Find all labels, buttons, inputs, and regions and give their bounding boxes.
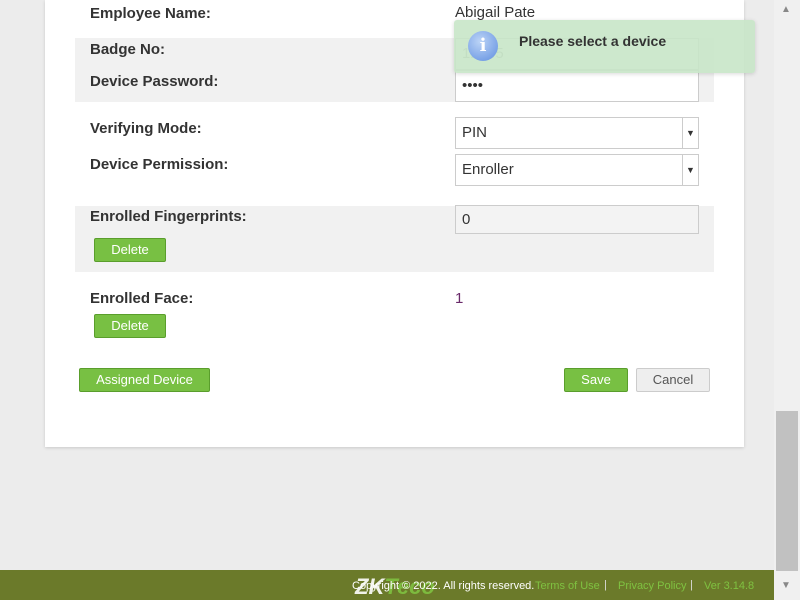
terms-link[interactable]: Terms of Use xyxy=(535,580,600,592)
permission-select[interactable]: Enroller ▼ xyxy=(455,154,699,186)
scrollbar-thumb[interactable] xyxy=(776,411,798,571)
copyright-text: Copyright © 2022. All rights reserved. xyxy=(352,580,535,592)
cancel-button[interactable]: Cancel xyxy=(636,368,710,392)
dropdown-arrow-icon: ▼ xyxy=(682,118,698,148)
divider: | xyxy=(604,579,607,591)
face-label: Enrolled Face: xyxy=(90,290,194,307)
toast-notification: i Please select a device xyxy=(454,20,755,73)
employee-name-label: Employee Name: xyxy=(90,5,211,22)
fingerprints-input: 0 xyxy=(455,205,699,234)
badge-label: Badge No: xyxy=(90,41,165,58)
verify-mode-label: Verifying Mode: xyxy=(90,120,202,137)
face-value: 1 xyxy=(455,290,464,307)
employee-name-value: Abigail Pate xyxy=(455,4,536,21)
verify-mode-select[interactable]: PIN ▼ xyxy=(455,117,699,149)
version-text: Ver 3.14.8 xyxy=(704,580,755,592)
scroll-up-icon[interactable]: ▲ xyxy=(781,4,791,15)
password-input[interactable]: •••• xyxy=(455,70,699,102)
fingerprints-label: Enrolled Fingerprints: xyxy=(90,208,247,225)
info-icon: i xyxy=(468,31,498,61)
footer: ZKTeco Copyright © 2022. All rights rese… xyxy=(0,570,774,600)
permission-value: Enroller xyxy=(462,161,514,178)
verify-mode-value: PIN xyxy=(462,124,488,141)
toast-message: Please select a device xyxy=(519,33,667,49)
permission-label: Device Permission: xyxy=(90,156,229,173)
privacy-link[interactable]: Privacy Policy xyxy=(618,580,686,592)
delete-fingerprints-button[interactable]: Delete xyxy=(94,238,166,262)
divider: | xyxy=(690,579,693,591)
assigned-device-button[interactable]: Assigned Device xyxy=(79,368,210,392)
password-label: Device Password: xyxy=(90,73,219,90)
dropdown-arrow-icon: ▼ xyxy=(682,155,698,185)
vertical-scrollbar[interactable]: ▲ ▼ xyxy=(774,0,800,600)
delete-face-button[interactable]: Delete xyxy=(94,314,166,338)
save-button[interactable]: Save xyxy=(564,368,628,392)
scroll-down-icon[interactable]: ▼ xyxy=(781,580,791,591)
